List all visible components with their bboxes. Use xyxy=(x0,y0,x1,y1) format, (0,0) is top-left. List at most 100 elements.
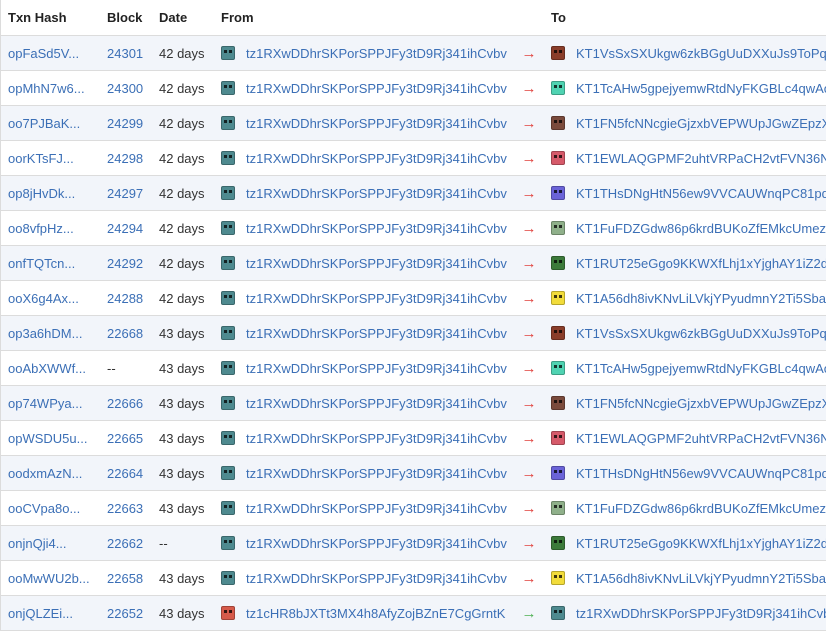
table-row[interactable]: onjQLZEi... 22652 43 days tz1cHR8bJXTt3MX4h… xyxy=(1,596,826,631)
block-link[interactable]: 24292 xyxy=(107,256,143,271)
to-address-link[interactable]: KT1RUT25eGgo9KKWXfLhj1xYjghAY1iZ2dE xyxy=(576,536,826,551)
to-address-link[interactable]: KT1A56dh8ivKNvLiLVkjYPyudmnY2Ti5SbaS xyxy=(576,291,826,306)
to-avatar-icon[interactable] xyxy=(551,186,565,200)
from-address-link[interactable]: tz1RXwDDhrSKPorSPPJFy3tD9Rj341ihCvbv xyxy=(246,536,507,551)
column-header-block[interactable]: Block xyxy=(107,0,157,35)
from-address-link[interactable]: tz1RXwDDhrSKPorSPPJFy3tD9Rj341ihCvbv xyxy=(246,256,507,271)
to-avatar-icon[interactable] xyxy=(551,326,565,340)
to-address-link[interactable]: KT1THsDNgHtN56ew9VVCAUWnqPC81pqAxC xyxy=(576,186,826,201)
from-avatar-icon[interactable] xyxy=(221,221,235,235)
table-row[interactable]: oodxmAzN... 22664 43 days tz1RXwDDhrSKPorSP… xyxy=(1,456,826,491)
table-row[interactable]: opFaSd5V... 24301 42 days tz1RXwDDhrSKPorSP… xyxy=(1,36,826,71)
block-link[interactable]: 24301 xyxy=(107,46,143,61)
txn-hash-link[interactable]: onjQLZEi... xyxy=(8,606,73,621)
txn-hash-link[interactable]: oo8vfpHz... xyxy=(8,221,74,236)
from-address-link[interactable]: tz1RXwDDhrSKPorSPPJFy3tD9Rj341ihCvbv xyxy=(246,46,507,61)
from-address-link[interactable]: tz1RXwDDhrSKPorSPPJFy3tD9Rj341ihCvbv xyxy=(246,571,507,586)
to-address-link[interactable]: KT1FN5fcNNcgieGjzxbVEPWUpJGwZEpzXkLe xyxy=(576,396,826,411)
to-avatar-icon[interactable] xyxy=(551,221,565,235)
from-avatar-icon[interactable] xyxy=(221,116,235,130)
table-row[interactable]: op74WPya... 22666 43 days tz1RXwDDhrSKPorSP… xyxy=(1,386,826,421)
block-link[interactable]: 22663 xyxy=(107,501,143,516)
table-row[interactable]: onfTQTcn... 24292 42 days tz1RXwDDhrSKPorSP… xyxy=(1,246,826,281)
block-link[interactable]: 22666 xyxy=(107,396,143,411)
table-row[interactable]: ooMwWU2b... 22658 43 days tz1RXwDDhrSKPorSP… xyxy=(1,561,826,596)
column-header-txn-hash[interactable]: Txn Hash xyxy=(8,0,102,35)
column-header-to[interactable]: To xyxy=(551,0,826,35)
txn-hash-link[interactable]: opMhN7w6... xyxy=(8,81,85,96)
to-address-link[interactable]: KT1EWLAQGPMF2uhtVRPaCH2vtFVN36NH5n8 xyxy=(576,151,826,166)
block-link[interactable]: 22664 xyxy=(107,466,143,481)
block-link[interactable]: 24297 xyxy=(107,186,143,201)
from-avatar-icon[interactable] xyxy=(221,151,235,165)
txn-hash-link[interactable]: ooAbXWWf... xyxy=(8,361,86,376)
to-avatar-icon[interactable] xyxy=(551,291,565,305)
from-avatar-icon[interactable] xyxy=(221,326,235,340)
txn-hash-link[interactable]: onfTQTcn... xyxy=(8,256,75,271)
from-avatar-icon[interactable] xyxy=(221,396,235,410)
to-avatar-icon[interactable] xyxy=(551,606,565,620)
txn-hash-link[interactable]: opFaSd5V... xyxy=(8,46,79,61)
table-row[interactable]: opWSDU5u... 22665 43 days tz1RXwDDhrSKPorSP… xyxy=(1,421,826,456)
to-avatar-icon[interactable] xyxy=(551,46,565,60)
block-link[interactable]: 24294 xyxy=(107,221,143,236)
from-address-link[interactable]: tz1RXwDDhrSKPorSPPJFy3tD9Rj341ihCvbv xyxy=(246,361,507,376)
to-address-link[interactable]: KT1A56dh8ivKNvLiLVkjYPyudmnY2Ti5SbaS xyxy=(576,571,826,586)
table-row[interactable]: oorKTsFJ... 24298 42 days tz1RXwDDhrSKPorSP… xyxy=(1,141,826,176)
from-address-link[interactable]: tz1RXwDDhrSKPorSPPJFy3tD9Rj341ihCvbv xyxy=(246,116,507,131)
table-row[interactable]: onjnQji4... 22662 -- tz1RXwDDhrSKPorSPPJFy3… xyxy=(1,526,826,561)
txn-hash-link[interactable]: oo7PJBaK... xyxy=(8,116,80,131)
table-row[interactable]: ooCVpa8o... 22663 43 days tz1RXwDDhrSKPorSP… xyxy=(1,491,826,526)
txn-hash-link[interactable]: ooCVpa8o... xyxy=(8,501,80,516)
from-avatar-icon[interactable] xyxy=(221,256,235,270)
to-avatar-icon[interactable] xyxy=(551,151,565,165)
from-address-link[interactable]: tz1RXwDDhrSKPorSPPJFy3tD9Rj341ihCvbv xyxy=(246,466,507,481)
column-header-date[interactable]: Date xyxy=(159,0,219,35)
from-address-link[interactable]: tz1RXwDDhrSKPorSPPJFy3tD9Rj341ihCvbv xyxy=(246,81,507,96)
txn-hash-link[interactable]: oorKTsFJ... xyxy=(8,151,74,166)
to-avatar-icon[interactable] xyxy=(551,361,565,375)
block-link[interactable]: 22668 xyxy=(107,326,143,341)
to-address-link[interactable]: KT1FuFDZGdw86p6krdBUKoZfEMkcUmezXn9 xyxy=(576,501,826,516)
block-link[interactable]: 24299 xyxy=(107,116,143,131)
to-address-link[interactable]: tz1RXwDDhrSKPorSPPJFy3tD9Rj341ihCvbv xyxy=(576,606,826,621)
block-link[interactable]: 24298 xyxy=(107,151,143,166)
to-address-link[interactable]: KT1VsSxSXUkgw6zkBGgUuDXXuJs9ToPqYJb5 xyxy=(576,326,826,341)
to-address-link[interactable]: KT1EWLAQGPMF2uhtVRPaCH2vtFVN36NH5n8 xyxy=(576,431,826,446)
from-address-link[interactable]: tz1cHR8bJXTt3MX4h8AfyZojBZnE7CgGrntK xyxy=(246,606,505,621)
block-link[interactable]: 22652 xyxy=(107,606,143,621)
txn-hash-link[interactable]: onjnQji4... xyxy=(8,536,67,551)
from-address-link[interactable]: tz1RXwDDhrSKPorSPPJFy3tD9Rj341ihCvbv xyxy=(246,151,507,166)
to-avatar-icon[interactable] xyxy=(551,256,565,270)
to-address-link[interactable]: KT1THsDNgHtN56ew9VVCAUWnqPC81pqAxC xyxy=(576,466,826,481)
to-address-link[interactable]: KT1TcAHw5gpejyemwRtdNyFKGBLc4qwAo4F xyxy=(576,361,826,376)
from-address-link[interactable]: tz1RXwDDhrSKPorSPPJFy3tD9Rj341ihCvbv xyxy=(246,431,507,446)
from-avatar-icon[interactable] xyxy=(221,431,235,445)
block-link[interactable]: 22658 xyxy=(107,571,143,586)
to-avatar-icon[interactable] xyxy=(551,116,565,130)
from-avatar-icon[interactable] xyxy=(221,81,235,95)
to-avatar-icon[interactable] xyxy=(551,431,565,445)
from-address-link[interactable]: tz1RXwDDhrSKPorSPPJFy3tD9Rj341ihCvbv xyxy=(246,326,507,341)
from-avatar-icon[interactable] xyxy=(221,501,235,515)
txn-hash-link[interactable]: op74WPya... xyxy=(8,396,82,411)
to-address-link[interactable]: KT1RUT25eGgo9KKWXfLhj1xYjghAY1iZ2dE xyxy=(576,256,826,271)
to-address-link[interactable]: KT1FN5fcNNcgieGjzxbVEPWUpJGwZEpzXkLe xyxy=(576,116,826,131)
to-avatar-icon[interactable] xyxy=(551,81,565,95)
from-address-link[interactable]: tz1RXwDDhrSKPorSPPJFy3tD9Rj341ihCvbv xyxy=(246,221,507,236)
to-avatar-icon[interactable] xyxy=(551,396,565,410)
txn-hash-link[interactable]: oodxmAzN... xyxy=(8,466,82,481)
from-avatar-icon[interactable] xyxy=(221,361,235,375)
txn-hash-link[interactable]: op3a6hDM... xyxy=(8,326,82,341)
txn-hash-link[interactable]: ooMwWU2b... xyxy=(8,571,90,586)
txn-hash-link[interactable]: opWSDU5u... xyxy=(8,431,87,446)
column-header-from[interactable]: From xyxy=(221,0,521,35)
to-avatar-icon[interactable] xyxy=(551,466,565,480)
table-row[interactable]: op8jHvDk... 24297 42 days tz1RXwDDhrSKPorSP… xyxy=(1,176,826,211)
from-avatar-icon[interactable] xyxy=(221,186,235,200)
from-avatar-icon[interactable] xyxy=(221,291,235,305)
from-address-link[interactable]: tz1RXwDDhrSKPorSPPJFy3tD9Rj341ihCvbv xyxy=(246,186,507,201)
txn-hash-link[interactable]: ooX6g4Ax... xyxy=(8,291,79,306)
from-address-link[interactable]: tz1RXwDDhrSKPorSPPJFy3tD9Rj341ihCvbv xyxy=(246,396,507,411)
block-link[interactable]: 24288 xyxy=(107,291,143,306)
